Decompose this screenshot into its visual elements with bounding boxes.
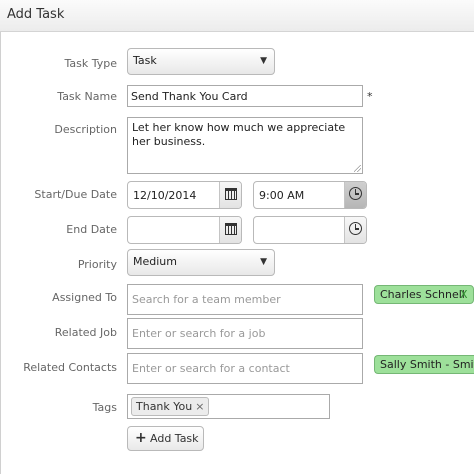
clock-icon	[349, 187, 362, 200]
assigned-to-input[interactable]: Search for a team member	[127, 284, 363, 315]
end-time-picker-button[interactable]	[344, 217, 366, 243]
tag-item-label: Thank You	[136, 400, 193, 413]
required-marker: *	[367, 90, 373, 103]
end-date-label: End Date	[66, 223, 117, 236]
related-job-placeholder: Enter or search for a job	[132, 327, 266, 340]
start-date-picker-button[interactable]	[219, 182, 241, 208]
description-label: Description	[54, 123, 117, 136]
resize-handle-icon[interactable]	[354, 165, 361, 172]
tags-input[interactable]: Thank You ×	[127, 394, 330, 419]
start-date-value: 12/10/2014	[133, 189, 197, 202]
clock-icon	[349, 222, 362, 235]
task-name-value: Send Thank You Card	[131, 90, 248, 103]
related-contacts-placeholder: Enter or search for a contact	[132, 362, 290, 375]
remove-tag-button[interactable]: ×	[195, 400, 204, 413]
contact-chip: Sally Smith - Smith	[374, 355, 474, 374]
priority-select[interactable]: Medium ▼	[127, 249, 275, 276]
task-name-input[interactable]: Send Thank You Card	[127, 85, 363, 107]
priority-label: Priority	[77, 258, 117, 271]
related-job-input[interactable]: Enter or search for a job	[127, 318, 363, 349]
description-textarea[interactable]: Let her know how much we appreciate her …	[127, 117, 363, 174]
add-task-button-label: Add Task	[150, 432, 199, 445]
assignee-chip-label: Charles Schnell	[380, 288, 465, 301]
assigned-to-placeholder: Search for a team member	[132, 293, 281, 306]
contact-chip-label: Sally Smith - Smith	[380, 358, 474, 371]
start-time-field[interactable]: 9:00 AM	[253, 181, 367, 209]
priority-value: Medium	[133, 255, 177, 268]
start-date-field[interactable]: 12/10/2014	[127, 181, 242, 209]
related-contacts-label: Related Contacts	[23, 361, 117, 374]
calendar-icon	[225, 223, 237, 235]
plus-icon: +	[135, 430, 147, 446]
dialog-titlebar: Add Task	[0, 0, 474, 32]
tags-label: Tags	[92, 401, 117, 414]
chevron-down-icon: ▼	[260, 56, 267, 66]
start-time-picker-button[interactable]	[344, 182, 366, 208]
description-value: Let her know how much we appreciate her …	[132, 121, 346, 148]
related-job-label: Related Job	[54, 326, 117, 339]
calendar-icon	[225, 188, 237, 200]
task-type-select[interactable]: Task ▼	[127, 48, 275, 75]
add-task-button[interactable]: + Add Task	[127, 426, 204, 451]
dialog-title: Add Task	[7, 7, 65, 22]
tag-item: Thank You ×	[131, 397, 210, 416]
end-date-field[interactable]	[127, 216, 242, 244]
end-time-field[interactable]	[253, 216, 367, 244]
task-name-label: Task Name	[57, 90, 117, 103]
related-contacts-input[interactable]: Enter or search for a contact	[127, 353, 363, 384]
end-date-picker-button[interactable]	[219, 217, 241, 243]
start-time-value: 9:00 AM	[259, 189, 305, 202]
assigned-to-label: Assigned To	[52, 291, 117, 304]
assignee-chip: Charles Schnell X	[374, 285, 474, 304]
task-type-value: Task	[133, 54, 157, 67]
task-type-label: Task Type	[64, 57, 117, 70]
remove-assignee-button[interactable]: X	[460, 288, 468, 301]
start-due-label: Start/Due Date	[34, 188, 117, 201]
chevron-down-icon: ▼	[260, 257, 267, 267]
